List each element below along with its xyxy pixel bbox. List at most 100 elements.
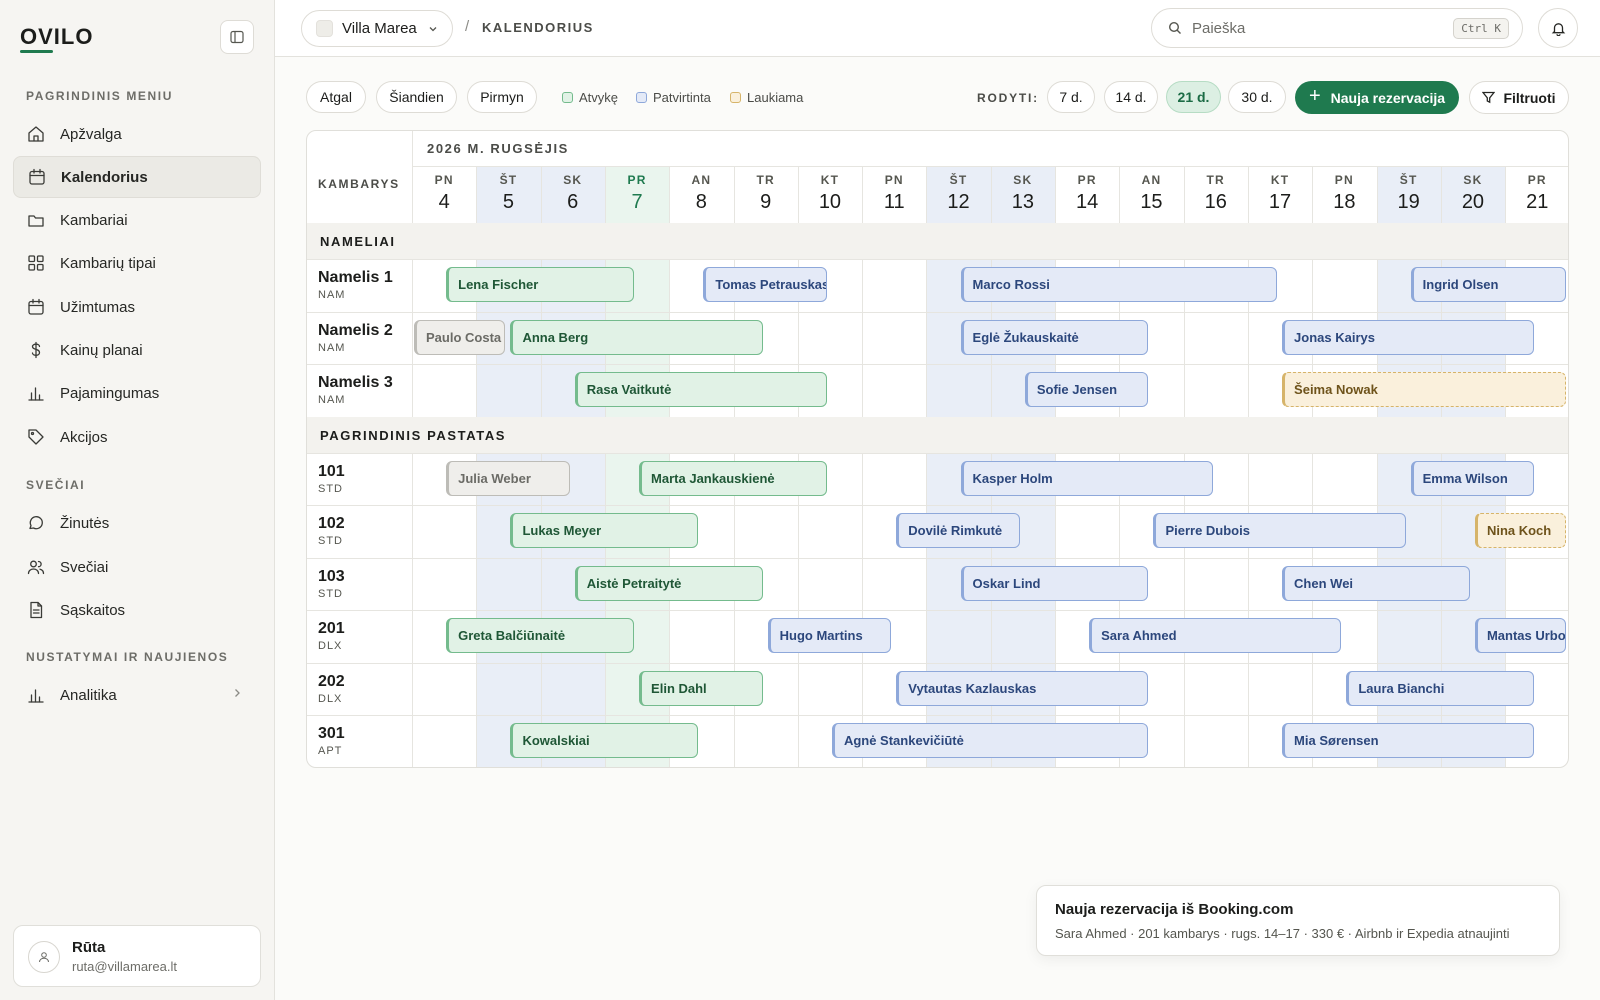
room-name[interactable]: 103 [318, 568, 345, 586]
room-type: DLX [318, 692, 343, 705]
new-booking-label: Nauja rezervacija [1330, 89, 1446, 106]
section-label-settings: NUSTATYMAI IR NAUJIENOS [26, 650, 229, 664]
new-booking-button[interactable]: + Nauja rezervacija [1295, 81, 1459, 114]
booking-bar[interactable]: Dovilė Rimkutė [896, 513, 1020, 548]
booking-bar[interactable]: Hugo Martins [767, 618, 892, 653]
day-header[interactable]: PR 7 [605, 167, 669, 223]
booking-bar[interactable]: Sara Ahmed [1089, 618, 1342, 653]
booking-bar[interactable]: Tomas Petrauskas [703, 267, 827, 302]
booking-bar[interactable]: Chen Wei [1282, 565, 1470, 601]
room-name[interactable]: Namelis 3 [318, 374, 393, 392]
room-name[interactable]: 301 [318, 725, 345, 743]
day-header[interactable]: SK 13 [991, 167, 1055, 223]
booking-bar[interactable]: Kowalskiai [510, 723, 699, 758]
sidebar-item-kambarių-tipai[interactable]: Kambarių tipai [13, 242, 261, 284]
sidebar-item-kambariai[interactable]: Kambariai [13, 199, 261, 241]
booking-bar[interactable]: Agnė Stankevičiūtė [831, 723, 1149, 758]
day-number: 13 [1011, 191, 1034, 213]
sidebar-toggle-button[interactable] [220, 20, 254, 54]
notifications-button[interactable] [1538, 8, 1578, 48]
booking-bar[interactable]: Šeima Nowak [1282, 372, 1567, 407]
day-header[interactable]: PN 4 [412, 167, 476, 223]
sidebar-item-svečiai[interactable]: Svečiai [13, 546, 261, 588]
day-header[interactable]: PR 14 [1055, 167, 1119, 223]
back-button[interactable]: Atgal [306, 81, 366, 113]
day-header[interactable]: PN 11 [862, 167, 926, 223]
day-header[interactable]: AN 8 [669, 167, 733, 223]
booking-bar[interactable]: Anna Berg [510, 319, 763, 355]
divider [307, 505, 1568, 506]
search-input[interactable]: Paieška Ctrl K [1151, 8, 1523, 48]
day-header[interactable]: KT 10 [798, 167, 862, 223]
day-header[interactable]: AN 15 [1119, 167, 1183, 223]
booking-bar[interactable]: Greta Balčiūnaitė [446, 618, 635, 653]
day-header[interactable]: ŠT 19 [1377, 167, 1441, 223]
booking-bar[interactable]: Mantas Urbonas [1474, 618, 1567, 653]
day-header[interactable]: ŠT 12 [926, 167, 990, 223]
booking-bar[interactable]: Jonas Kairys [1282, 319, 1535, 355]
day-header[interactable]: TR 9 [734, 167, 798, 223]
booking-bar[interactable]: Laura Bianchi [1346, 670, 1535, 706]
day-header[interactable]: PN 18 [1312, 167, 1376, 223]
forward-button[interactable]: Pirmyn [467, 81, 537, 113]
day-header[interactable]: PR 21 [1505, 167, 1568, 223]
booking-bar[interactable]: Marco Rossi [960, 267, 1278, 302]
day-header[interactable]: KT 17 [1248, 167, 1312, 223]
weekday-label: PN [1334, 173, 1354, 187]
booking-bar[interactable]: Julia Weber [446, 460, 570, 496]
booking-bar[interactable]: Rasa Vaitkutė [574, 372, 827, 407]
booking-bar[interactable]: Nina Koch [1474, 513, 1567, 548]
sidebar: OVILO PAGRINDINIS MENIU Apžvalga Kalendor… [0, 0, 275, 1000]
user-name: Rūta [72, 939, 106, 956]
room-name[interactable]: 101 [318, 463, 345, 481]
booking-bar[interactable]: Eglė Žukauskaitė [960, 319, 1149, 355]
room-name[interactable]: Namelis 2 [318, 322, 393, 340]
sidebar-item-akcijos[interactable]: Akcijos [13, 416, 261, 458]
weekday-label: KT [820, 173, 840, 187]
booking-bar[interactable]: Oskar Lind [960, 565, 1149, 601]
booking-bar[interactable]: Pierre Dubois [1153, 513, 1406, 548]
booking-bar[interactable]: Lukas Meyer [510, 513, 699, 548]
day-header[interactable]: SK 20 [1441, 167, 1505, 223]
sidebar-item-kainų-planai[interactable]: Kainų planai [13, 329, 261, 371]
booking-bar[interactable]: Marta Jankauskienė [639, 460, 827, 496]
filter-button[interactable]: Filtruoti [1469, 81, 1569, 114]
day-header[interactable]: TR 16 [1184, 167, 1248, 223]
range-7-button[interactable]: 7 d. [1047, 81, 1095, 113]
day-number: 14 [1076, 191, 1099, 213]
booking-bar[interactable]: Elin Dahl [639, 670, 763, 706]
range-30-button[interactable]: 30 d. [1228, 81, 1286, 113]
room-name[interactable]: 202 [318, 673, 345, 691]
booking-bar[interactable]: Emma Wilson [1410, 460, 1535, 496]
sidebar-item-kalendorius[interactable]: Kalendorius [13, 156, 261, 198]
sidebar-item-užimtumas[interactable]: Užimtumas [13, 286, 261, 328]
property-selector[interactable]: Villa Marea [301, 10, 453, 47]
booking-bar[interactable]: Aistė Petraitytė [574, 565, 763, 601]
day-header[interactable]: ŠT 5 [476, 167, 540, 223]
sidebar-item-sąskaitos[interactable]: Sąskaitos [13, 589, 261, 631]
booking-bar[interactable]: Paulo Costa [414, 319, 506, 355]
booking-bar[interactable]: Lena Fischer [446, 267, 635, 302]
room-name[interactable]: 201 [318, 620, 345, 638]
sidebar-item-analitika[interactable]: Analitika [13, 674, 261, 716]
booking-bar[interactable]: Ingrid Olsen [1410, 267, 1567, 302]
sidebar-item-apžvalga[interactable]: Apžvalga [13, 113, 261, 155]
booking-bar[interactable]: Vytautas Kazlauskas [896, 670, 1149, 706]
range-21-button[interactable]: 21 d. [1166, 81, 1221, 113]
booking-bar[interactable]: Sofie Jensen [1024, 372, 1149, 407]
day-header[interactable]: SK 6 [541, 167, 605, 223]
booking-bar[interactable]: Kasper Holm [960, 460, 1213, 496]
today-button[interactable]: Šiandien [376, 81, 457, 113]
user-card[interactable]: Rūta ruta@villamarea.lt [13, 925, 261, 987]
app-logo[interactable]: OVILO [20, 24, 93, 50]
sidebar-item-žinutės[interactable]: Žinutės [13, 502, 261, 544]
legend-checkedin: Atvykę [562, 90, 618, 105]
booking-bar[interactable]: Mia Sørensen [1282, 723, 1535, 758]
range-14-button[interactable]: 14 d. [1104, 81, 1158, 113]
notification-toast[interactable]: Nauja rezervacija iš Booking.com Sara Ah… [1036, 885, 1560, 956]
room-name[interactable]: Namelis 1 [318, 269, 393, 287]
sidebar-item-label: Užimtumas [60, 298, 136, 316]
room-name[interactable]: 102 [318, 515, 345, 533]
sidebar-item-label: Kambariai [60, 211, 128, 229]
sidebar-item-pajamingumas[interactable]: Pajamingumas [13, 372, 261, 414]
